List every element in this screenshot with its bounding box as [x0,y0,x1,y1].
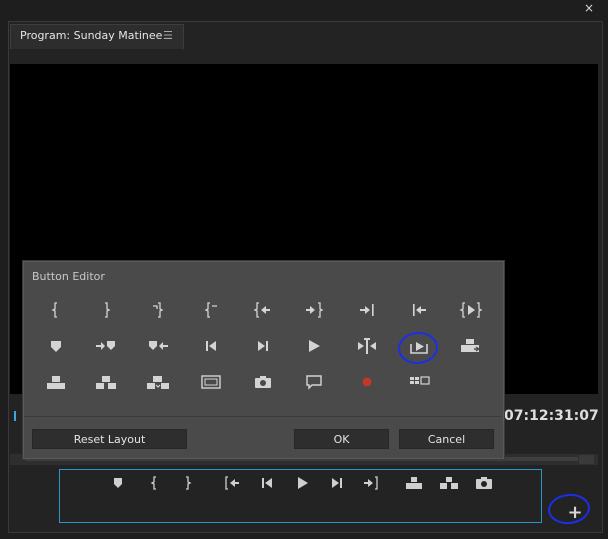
ok-button[interactable]: OK [294,429,389,449]
go-to-in-icon[interactable] [220,474,244,492]
extract-icon[interactable] [91,371,121,393]
play-in-to-out-icon[interactable] [456,299,486,321]
go-to-prev-edit-icon[interactable] [404,299,434,321]
mark-clip-icon[interactable] [143,299,173,321]
step-back-icon[interactable] [255,474,279,492]
step-forward-icon[interactable] [248,335,278,357]
dialog-title: Button Editor [32,270,105,283]
play-icon[interactable] [299,335,329,357]
step-back-icon[interactable] [196,335,226,357]
mark-in-icon[interactable] [143,474,167,492]
go-to-next-marker-icon[interactable] [91,335,121,357]
add-marker-icon[interactable] [106,474,130,492]
comment-icon[interactable] [299,371,329,393]
tab-title: Program: Sunday Matinee [20,29,163,42]
multi-camera-icon[interactable] [404,371,434,393]
cancel-button[interactable]: Cancel [399,429,494,449]
step-forward-icon[interactable] [325,474,349,492]
mark-in-icon[interactable] [41,299,71,321]
play-icon[interactable] [290,474,314,492]
add-marker-icon[interactable] [41,335,71,357]
go-to-in-icon[interactable] [196,299,226,321]
go-to-out-edit-icon[interactable] [299,299,329,321]
extract-icon[interactable] [437,474,461,492]
zoom-scroll-handle[interactable] [579,455,594,464]
panel-menu-icon[interactable]: ☰ [163,29,173,42]
close-icon[interactable]: × [581,1,597,15]
go-to-prev-marker-icon[interactable] [143,335,173,357]
lift-icon[interactable] [41,371,71,393]
go-to-out-icon[interactable] [359,474,383,492]
duration-timecode[interactable]: 07:12:31:07 [504,408,599,424]
safe-margins-icon[interactable] [196,371,226,393]
overwrite-icon[interactable] [456,335,486,357]
insert-icon[interactable] [143,371,173,393]
mark-out-icon[interactable] [175,474,199,492]
dialog-divider [24,416,501,417]
go-to-next-edit-icon[interactable] [352,299,382,321]
export-frame-icon[interactable] [472,474,496,492]
reset-layout-button[interactable]: Reset Layout [32,429,187,449]
go-to-in-edit-icon[interactable] [248,299,278,321]
mark-out-icon[interactable] [91,299,121,321]
record-icon[interactable] [352,371,382,393]
in-point-indicator [14,411,22,421]
trim-icon[interactable] [352,335,382,357]
camera-icon[interactable] [248,371,278,393]
lift-icon[interactable] [402,474,426,492]
